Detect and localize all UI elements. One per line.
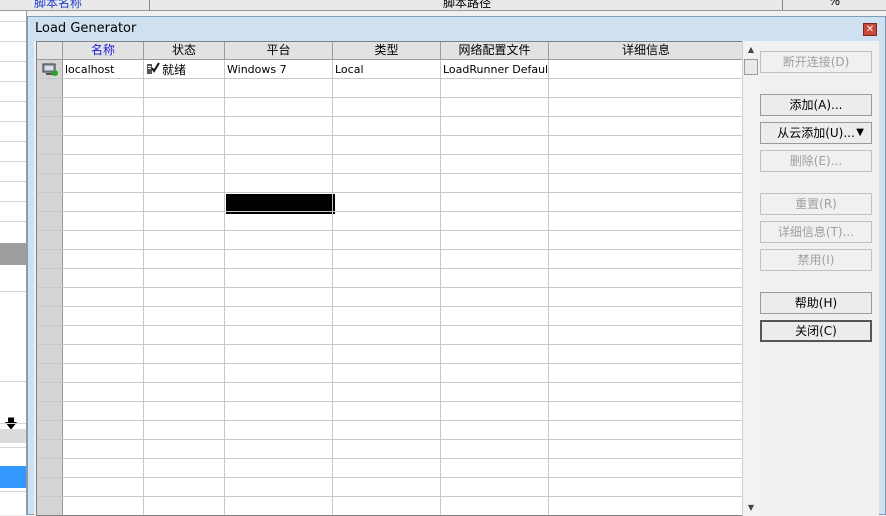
- row-header[interactable]: [37, 326, 63, 345]
- row-header[interactable]: [37, 79, 63, 98]
- bg-line: [0, 291, 26, 292]
- row-header[interactable]: [37, 364, 63, 383]
- grid-column-line: [440, 60, 441, 515]
- background-left-panel: 🡇: [0, 11, 27, 515]
- row-header[interactable]: [37, 345, 63, 364]
- bg-line: [0, 141, 26, 142]
- load-generator-dialog: Load Generator ✕ 名称 状态 平台 类型 网络配置文件 详细信息…: [27, 16, 886, 516]
- scroll-down-icon[interactable]: ▼: [743, 499, 759, 516]
- help-button[interactable]: 帮助(H): [760, 292, 872, 314]
- row-header[interactable]: [37, 421, 63, 440]
- bg-header-script-name: 脚本名称: [0, 0, 150, 10]
- status-text: 就绪: [162, 63, 187, 77]
- add-from-cloud-label: 从云添加(U)...: [777, 126, 855, 140]
- row-header[interactable]: [37, 155, 63, 174]
- grid-column-line: [548, 60, 549, 515]
- row-header[interactable]: [37, 402, 63, 421]
- grid-column-line: [143, 60, 144, 515]
- row-header[interactable]: [37, 383, 63, 402]
- bg-line: [0, 21, 26, 22]
- delete-button[interactable]: 删除(E)...: [760, 150, 872, 172]
- bg-line: [0, 201, 26, 202]
- bg-line: [0, 423, 26, 424]
- bg-line: [0, 221, 26, 222]
- cell-name[interactable]: localhost: [65, 61, 143, 79]
- row-header[interactable]: [37, 307, 63, 326]
- row-header[interactable]: [37, 193, 63, 212]
- background-header: 脚本名称 脚本路径 %: [0, 0, 886, 11]
- scroll-thumb[interactable]: [744, 59, 758, 75]
- row-header[interactable]: [37, 459, 63, 478]
- close-button[interactable]: 关闭(C): [760, 320, 872, 342]
- bg-gray-bar: [0, 243, 26, 265]
- disable-button[interactable]: 禁用(I): [760, 249, 872, 271]
- reset-button[interactable]: 重置(R): [760, 193, 872, 215]
- grid-corner: [37, 42, 63, 60]
- add-button[interactable]: 添加(A)...: [760, 94, 872, 116]
- row-header[interactable]: [37, 174, 63, 193]
- details-button[interactable]: 详细信息(T)...: [760, 221, 872, 243]
- bg-line: [0, 381, 26, 382]
- bg-header-script-path: 脚本路径: [152, 0, 783, 10]
- column-header-status[interactable]: 状态: [144, 42, 225, 60]
- bg-line: [0, 61, 26, 62]
- bg-selected-row: [0, 466, 26, 488]
- row-header[interactable]: [37, 497, 63, 515]
- dropdown-arrow-icon: ▼: [856, 127, 864, 138]
- row-header[interactable]: [37, 250, 63, 269]
- dialog-client-area: 名称 状态 平台 类型 网络配置文件 详细信息 localhost 就绪 Win…: [34, 41, 879, 516]
- scroll-up-icon[interactable]: ▲: [743, 41, 759, 58]
- bg-line: [0, 121, 26, 122]
- row-header[interactable]: [37, 478, 63, 497]
- disconnect-button[interactable]: 断开连接(D): [760, 51, 872, 73]
- cell-type[interactable]: Local: [335, 61, 440, 79]
- row-header[interactable]: [37, 231, 63, 250]
- bg-header-percent: %: [828, 0, 841, 8]
- load-generator-host-icon: [41, 61, 61, 79]
- column-header-name[interactable]: 名称: [63, 42, 144, 60]
- cell-details[interactable]: [551, 61, 741, 79]
- bg-line: [0, 447, 26, 448]
- bg-line: [0, 491, 26, 492]
- row-header[interactable]: [37, 440, 63, 459]
- load-generator-grid[interactable]: 名称 状态 平台 类型 网络配置文件 详细信息 localhost 就绪 Win…: [36, 41, 743, 516]
- column-header-details[interactable]: 详细信息: [549, 42, 742, 60]
- column-header-platform[interactable]: 平台: [225, 42, 333, 60]
- row-header[interactable]: [37, 117, 63, 136]
- bg-line: [0, 101, 26, 102]
- add-from-cloud-button[interactable]: 从云添加(U)... ▼: [760, 122, 872, 144]
- bg-line: [0, 181, 26, 182]
- bg-line: [0, 41, 26, 42]
- grid-column-line: [332, 60, 333, 515]
- bg-line: [0, 81, 26, 82]
- row-header[interactable]: [37, 288, 63, 307]
- row-header[interactable]: [37, 269, 63, 288]
- bg-gray-bar: [0, 429, 26, 443]
- close-icon[interactable]: ✕: [863, 23, 877, 36]
- grid-vertical-scrollbar[interactable]: ▲ ▼: [742, 41, 759, 516]
- row-header[interactable]: [37, 212, 63, 231]
- column-header-type[interactable]: 类型: [333, 42, 441, 60]
- ready-check-icon: [146, 61, 160, 79]
- grid-column-line: [224, 60, 225, 515]
- cell-network-profile[interactable]: LoadRunner Default: [443, 61, 548, 79]
- bg-line: [0, 161, 26, 162]
- cell-status[interactable]: 就绪: [146, 61, 224, 79]
- row-header[interactable]: [37, 136, 63, 155]
- dialog-title: Load Generator: [35, 21, 137, 36]
- cell-platform[interactable]: Windows 7: [227, 61, 332, 79]
- row-header[interactable]: [37, 98, 63, 117]
- column-header-network-profile[interactable]: 网络配置文件: [441, 42, 549, 60]
